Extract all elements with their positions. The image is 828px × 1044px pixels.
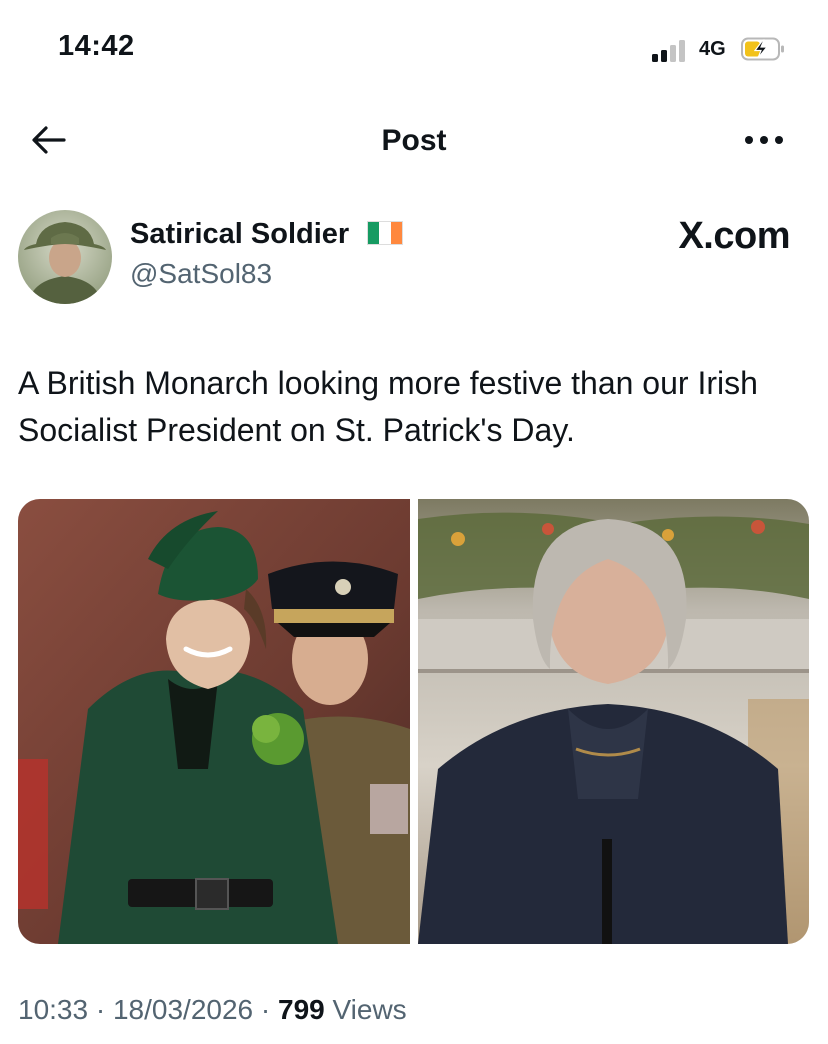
avatar[interactable] — [18, 210, 112, 304]
network-type: 4G — [699, 38, 726, 60]
author-display-name[interactable]: Satirical Soldier — [130, 218, 404, 251]
page-title: Post — [381, 124, 447, 157]
battery-charging-icon — [741, 37, 784, 61]
more-options-icon[interactable] — [740, 122, 788, 158]
post-time: 10:33 — [18, 994, 89, 1025]
post-meta: 10:33 · 18/03/2026 · 799 Views — [18, 994, 407, 1026]
author-name-text: Satirical Soldier — [130, 218, 350, 250]
x-com-watermark: X.com — [678, 215, 790, 257]
status-time: 14:42 — [58, 30, 135, 62]
status-bar: 14:42 4G — [0, 0, 828, 100]
post-media[interactable] — [18, 499, 809, 944]
post-header: Post — [0, 100, 828, 182]
ireland-flag-icon — [367, 221, 404, 246]
photo-right[interactable] — [418, 499, 809, 944]
post-date: 18/03/2026 — [112, 994, 254, 1025]
meta-separator: · — [260, 994, 271, 1025]
views-label: Views — [332, 994, 407, 1025]
views-count: 799 — [278, 994, 325, 1025]
photo-left[interactable] — [18, 499, 410, 944]
meta-separator: · — [95, 994, 106, 1025]
signal-bars-icon — [652, 40, 692, 62]
author-handle[interactable]: @SatSol83 — [130, 258, 272, 290]
post-text: A British Monarch looking more festive t… — [18, 365, 758, 448]
